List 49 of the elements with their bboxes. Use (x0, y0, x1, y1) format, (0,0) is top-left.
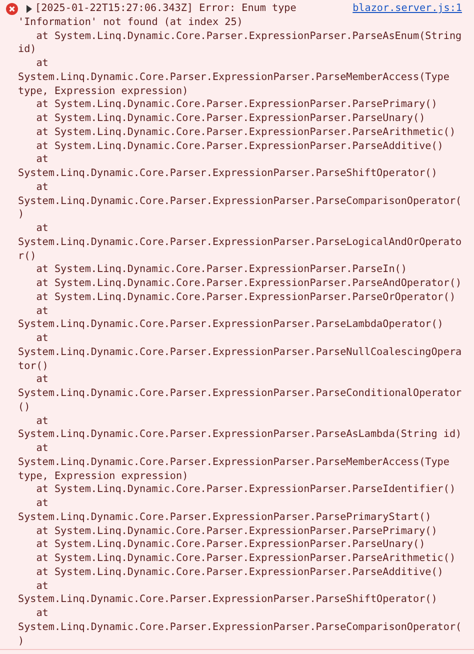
stack-trace-line: at System.Linq.Dynamic.Core.Parser.ExpressionParser.ParseIn() (35, 263, 408, 277)
stack-trace-line: at (35, 497, 50, 511)
stack-trace-line: at System.Linq.Dynamic.Core.Parser.ExpressionParser.ParseAdditive() (35, 566, 444, 580)
stack-trace-line: at (35, 607, 50, 621)
stack-trace-line: r() (18, 250, 38, 264)
stack-trace-line: at (35, 180, 50, 194)
source-link[interactable]: blazor.server.js:1 (352, 2, 462, 16)
stack-trace-line: System.Linq.Dynamic.Core.Parser.ExpressionParser.ParseComparisonOperator( (18, 194, 463, 208)
stack-trace-line: tor() (18, 360, 50, 374)
stack-trace-line: at System.Linq.Dynamic.Core.Parser.ExpressionParser.ParseOrOperator() (35, 290, 457, 304)
stack-trace-line: at System.Linq.Dynamic.Core.Parser.ExpressionParser.ParsePrimary() (35, 524, 438, 538)
stack-trace-line: at System.Linq.Dynamic.Core.Parser.ExpressionParser.ParseUnary() (35, 112, 426, 126)
stack-trace-line: ) (18, 634, 26, 648)
stack-trace-line: type, Expression expression) (18, 470, 190, 484)
stack-trace-line: System.Linq.Dynamic.Core.Parser.ExpressionParser.ParsePrimaryStart() (18, 510, 432, 524)
stack-trace-line: at System.Linq.Dynamic.Core.Parser.ExpressionParser.ParseAsEnum(String (35, 30, 463, 44)
stack-trace-line: at System.Linq.Dynamic.Core.Parser.ExpressionParser.ParsePrimary() (35, 98, 438, 112)
stack-trace-line: ) (18, 208, 26, 222)
stack-trace-line: at System.Linq.Dynamic.Core.Parser.ExpressionParser.ParseUnary() (35, 538, 426, 552)
stack-trace-line: System.Linq.Dynamic.Core.Parser.ExpressionParser.ParseNullCoalescingOpera (18, 346, 463, 360)
stack-trace-line: () (18, 400, 32, 414)
stack-trace-line: System.Linq.Dynamic.Core.Parser.ExpressionParser.ParseShiftOperator() (18, 167, 438, 181)
stack-trace-line: at (35, 332, 50, 346)
stack-trace-line: at (35, 373, 50, 387)
stack-trace-line: at (35, 580, 50, 594)
stack-trace-line: at (35, 57, 50, 71)
stack-trace-line: id) (18, 43, 38, 57)
stack-trace-line: System.Linq.Dynamic.Core.Parser.ExpressionParser.ParseConditionalOperator (18, 387, 463, 401)
stack-trace-line: at System.Linq.Dynamic.Core.Parser.ExpressionParser.ParseArithmetic() (35, 126, 457, 140)
stack-trace-line: System.Linq.Dynamic.Core.Parser.ExpressionParser.ParseAsLambda(String id) (18, 428, 463, 442)
stack-trace-line: System.Linq.Dynamic.Core.Parser.ExpressionParser.ParseLogicalAndOrOperato (18, 236, 463, 250)
stack-trace-line: at (35, 153, 50, 167)
stack-trace-line: System.Linq.Dynamic.Core.Parser.ExpressionParser.ParseComparisonOperator( (18, 620, 463, 634)
stack-trace-line: at (35, 414, 50, 428)
stack-trace-line: type, Expression expression) (18, 84, 190, 98)
stack-trace-line: System.Linq.Dynamic.Core.Parser.ExpressionParser.ParseShiftOperator() (18, 593, 438, 607)
expand-triangle-icon[interactable] (25, 4, 33, 13)
stack-trace-line: at System.Linq.Dynamic.Core.Parser.ExpressionParser.ParseAdditive() (35, 140, 444, 154)
error-header-text: [2025-01-22T15:27:06.343Z] Error: Enum type (35, 2, 296, 16)
stack-trace-line: System.Linq.Dynamic.Core.Parser.ExpressionParser.ParseMemberAccess(Type (18, 70, 450, 84)
stack-trace-line: System.Linq.Dynamic.Core.Parser.ExpressionParser.ParseMemberAccess(Type (18, 456, 450, 470)
stack-trace-line: at (35, 442, 50, 456)
stack-trace-line: 'Information' not found (at index 25) (18, 16, 244, 30)
stack-trace-line: at (35, 304, 50, 318)
stack-trace-line: at System.Linq.Dynamic.Core.Parser.ExpressionParser.ParseAndOperator() (35, 277, 463, 291)
stack-trace-line: at System.Linq.Dynamic.Core.Parser.ExpressionParser.ParseIdentifier() (35, 483, 457, 497)
stack-trace-line: at System.Linq.Dynamic.Core.Parser.ExpressionParser.ParseArithmetic() (35, 552, 457, 566)
stack-trace-line: System.Linq.Dynamic.Core.Parser.ExpressionParser.ParseLambdaOperator() (18, 318, 444, 332)
stack-trace-line: at (35, 222, 50, 236)
